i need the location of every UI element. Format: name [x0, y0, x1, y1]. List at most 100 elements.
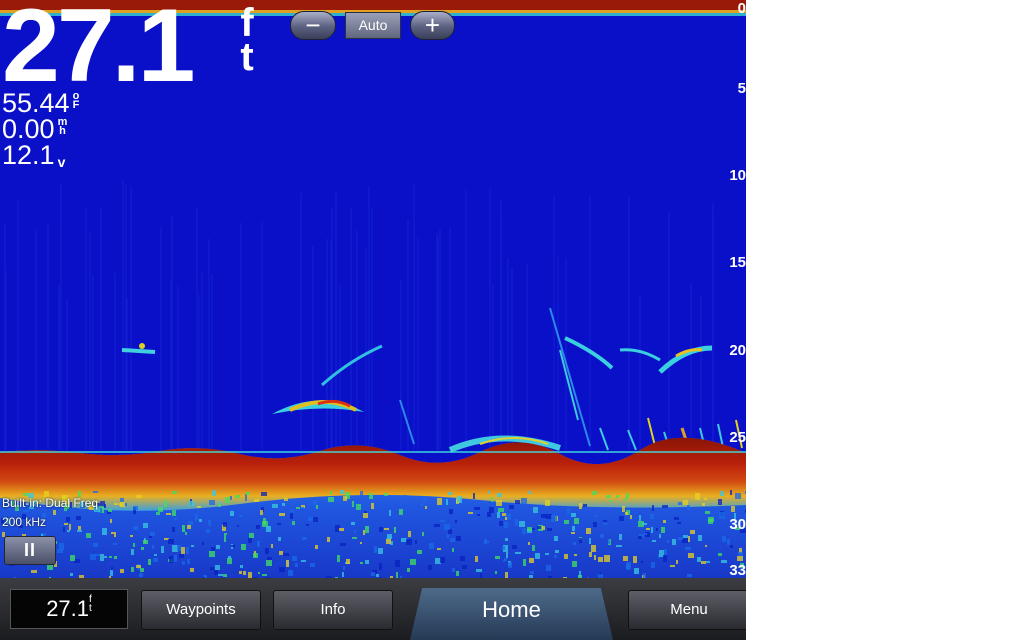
sonar-clutter-speck — [100, 554, 104, 561]
sonar-clutter-speck — [521, 498, 527, 504]
sonar-clutter-speck — [697, 557, 701, 562]
sonar-clutter-speck — [376, 574, 379, 577]
sonar-clutter-speck — [708, 519, 713, 524]
sonar-clutter-speck — [730, 490, 732, 495]
sonar-clutter-speck — [114, 556, 117, 559]
sonar-clutter-speck — [487, 512, 491, 517]
sonar-clutter-speck — [131, 549, 134, 555]
sonar-clutter-speck — [69, 524, 71, 530]
sonar-clutter-speck — [78, 526, 81, 530]
depth-scale-label: 10 — [729, 167, 746, 184]
sonar-clutter-speck — [705, 511, 710, 514]
sonar-clutter-speck — [70, 573, 73, 576]
sonar-clutter-speck — [245, 494, 247, 501]
sonar-clutter-speck — [515, 519, 518, 526]
sonar-clutter-speck — [449, 509, 453, 514]
zoom-out-button[interactable]: − — [290, 11, 336, 40]
temperature-unit: o F — [72, 90, 80, 111]
sonar-clutter-speck — [574, 518, 579, 524]
sonar-clutter-speck — [199, 519, 202, 522]
sonar-clutter-speck — [623, 556, 628, 561]
sonar-clutter-speck — [495, 556, 500, 559]
sonar-clutter-speck — [174, 518, 177, 520]
sonar-clutter-speck — [371, 503, 374, 509]
sonar-clutter-speck — [701, 561, 706, 564]
sonar-clutter-speck — [512, 545, 517, 549]
info-button[interactable]: Info — [273, 590, 393, 630]
sonar-clutter-speck — [603, 523, 607, 525]
sonar-clutter-speck — [161, 546, 164, 553]
sonar-clutter-speck — [678, 537, 683, 540]
sonar-clutter-speck — [572, 561, 577, 567]
sonar-clutter-speck — [143, 523, 148, 528]
sonar-clutter-speck — [522, 528, 526, 534]
sonar-clutter-speck — [589, 538, 591, 544]
sonar-clutter-speck — [379, 563, 382, 570]
sonar-clutter-speck — [663, 520, 666, 523]
sonar-clutter-speck — [406, 539, 412, 545]
sonar-clutter-speck — [399, 509, 403, 515]
sonar-clutter-speck — [150, 532, 155, 536]
sonar-clutter-speck — [110, 570, 113, 576]
sonar-clutter-speck — [371, 572, 375, 576]
sonar-clutter-speck — [519, 521, 525, 527]
sonar-clutter-speck — [731, 506, 735, 512]
sonar-clutter-speck — [690, 530, 695, 534]
sonar-clutter-speck — [152, 545, 154, 549]
zoom-in-button[interactable]: + — [410, 11, 455, 40]
sonar-clutter-speck — [417, 550, 422, 554]
zoom-auto-button[interactable]: Auto — [345, 12, 401, 39]
sonar-clutter-speck — [266, 526, 271, 532]
sonar-clutter-speck — [389, 510, 391, 516]
sonar-clutter-speck — [102, 528, 107, 535]
sonar-clutter-speck — [290, 512, 293, 519]
sonar-clutter-speck — [109, 556, 112, 558]
home-button[interactable]: Home — [410, 588, 613, 640]
sonar-clutter-speck — [545, 500, 550, 506]
sonar-clutter-speck — [533, 507, 538, 513]
sonar-clutter-speck — [678, 502, 682, 505]
sonar-clutter-speck — [188, 521, 193, 525]
sonar-clutter-speck — [616, 545, 622, 547]
sonar-clutter-speck — [394, 527, 396, 533]
sonar-clutter-speck — [224, 533, 227, 535]
sonar-clutter-speck — [67, 530, 70, 532]
zoom-control: − Auto + — [290, 11, 455, 40]
sonar-clutter-speck — [313, 500, 317, 505]
speed-readout: 0.00 m h — [2, 116, 67, 143]
sonar-clutter-speck — [523, 559, 526, 566]
sonar-clutter-speck — [284, 498, 288, 501]
sonar-clutter-speck — [661, 527, 665, 533]
sonar-clutter-speck — [718, 553, 722, 556]
sonar-clutter-speck — [745, 509, 746, 513]
sonar-clutter-speck — [120, 569, 124, 573]
sonar-clutter-speck — [241, 544, 246, 550]
sonar-clutter-speck — [594, 555, 596, 560]
sonar-clutter-speck — [695, 493, 700, 500]
depth-data-box[interactable]: 27.1f t — [10, 589, 128, 629]
sonar-clutter-speck — [301, 507, 304, 509]
sonar-clutter-speck — [395, 560, 400, 567]
sonar-clutter-speck — [290, 510, 294, 513]
sonar-clutter-speck — [595, 515, 598, 517]
sonar-clutter-speck — [609, 500, 612, 502]
depth-scale-label: 15 — [729, 254, 746, 271]
sonar-clutter-speck — [674, 517, 679, 520]
sonar-display[interactable]: 27.1 f t 55.44 o F 0.00 m h 12.1 v − Auto +… — [0, 0, 746, 578]
sonar-clutter-speck — [440, 557, 445, 563]
sonar-clutter-speck — [338, 498, 341, 501]
sonar-clutter-speck — [422, 497, 427, 501]
sonar-clutter-speck — [158, 507, 163, 512]
sonar-clutter-speck — [346, 559, 350, 564]
sonar-clutter-speck — [365, 560, 369, 564]
menu-button[interactable]: Menu — [628, 590, 746, 630]
sonar-clutter-speck — [593, 522, 597, 527]
sonar-clutter-speck — [343, 496, 347, 501]
pause-button[interactable]: II — [4, 536, 56, 565]
waypoints-button[interactable]: Waypoints — [141, 590, 261, 630]
sonar-clutter-speck — [301, 560, 306, 562]
sonar-clutter-speck — [672, 539, 676, 545]
sonar-clutter-speck — [327, 537, 330, 542]
sonar-clutter-speck — [202, 542, 204, 545]
sonar-clutter-speck — [735, 493, 741, 499]
